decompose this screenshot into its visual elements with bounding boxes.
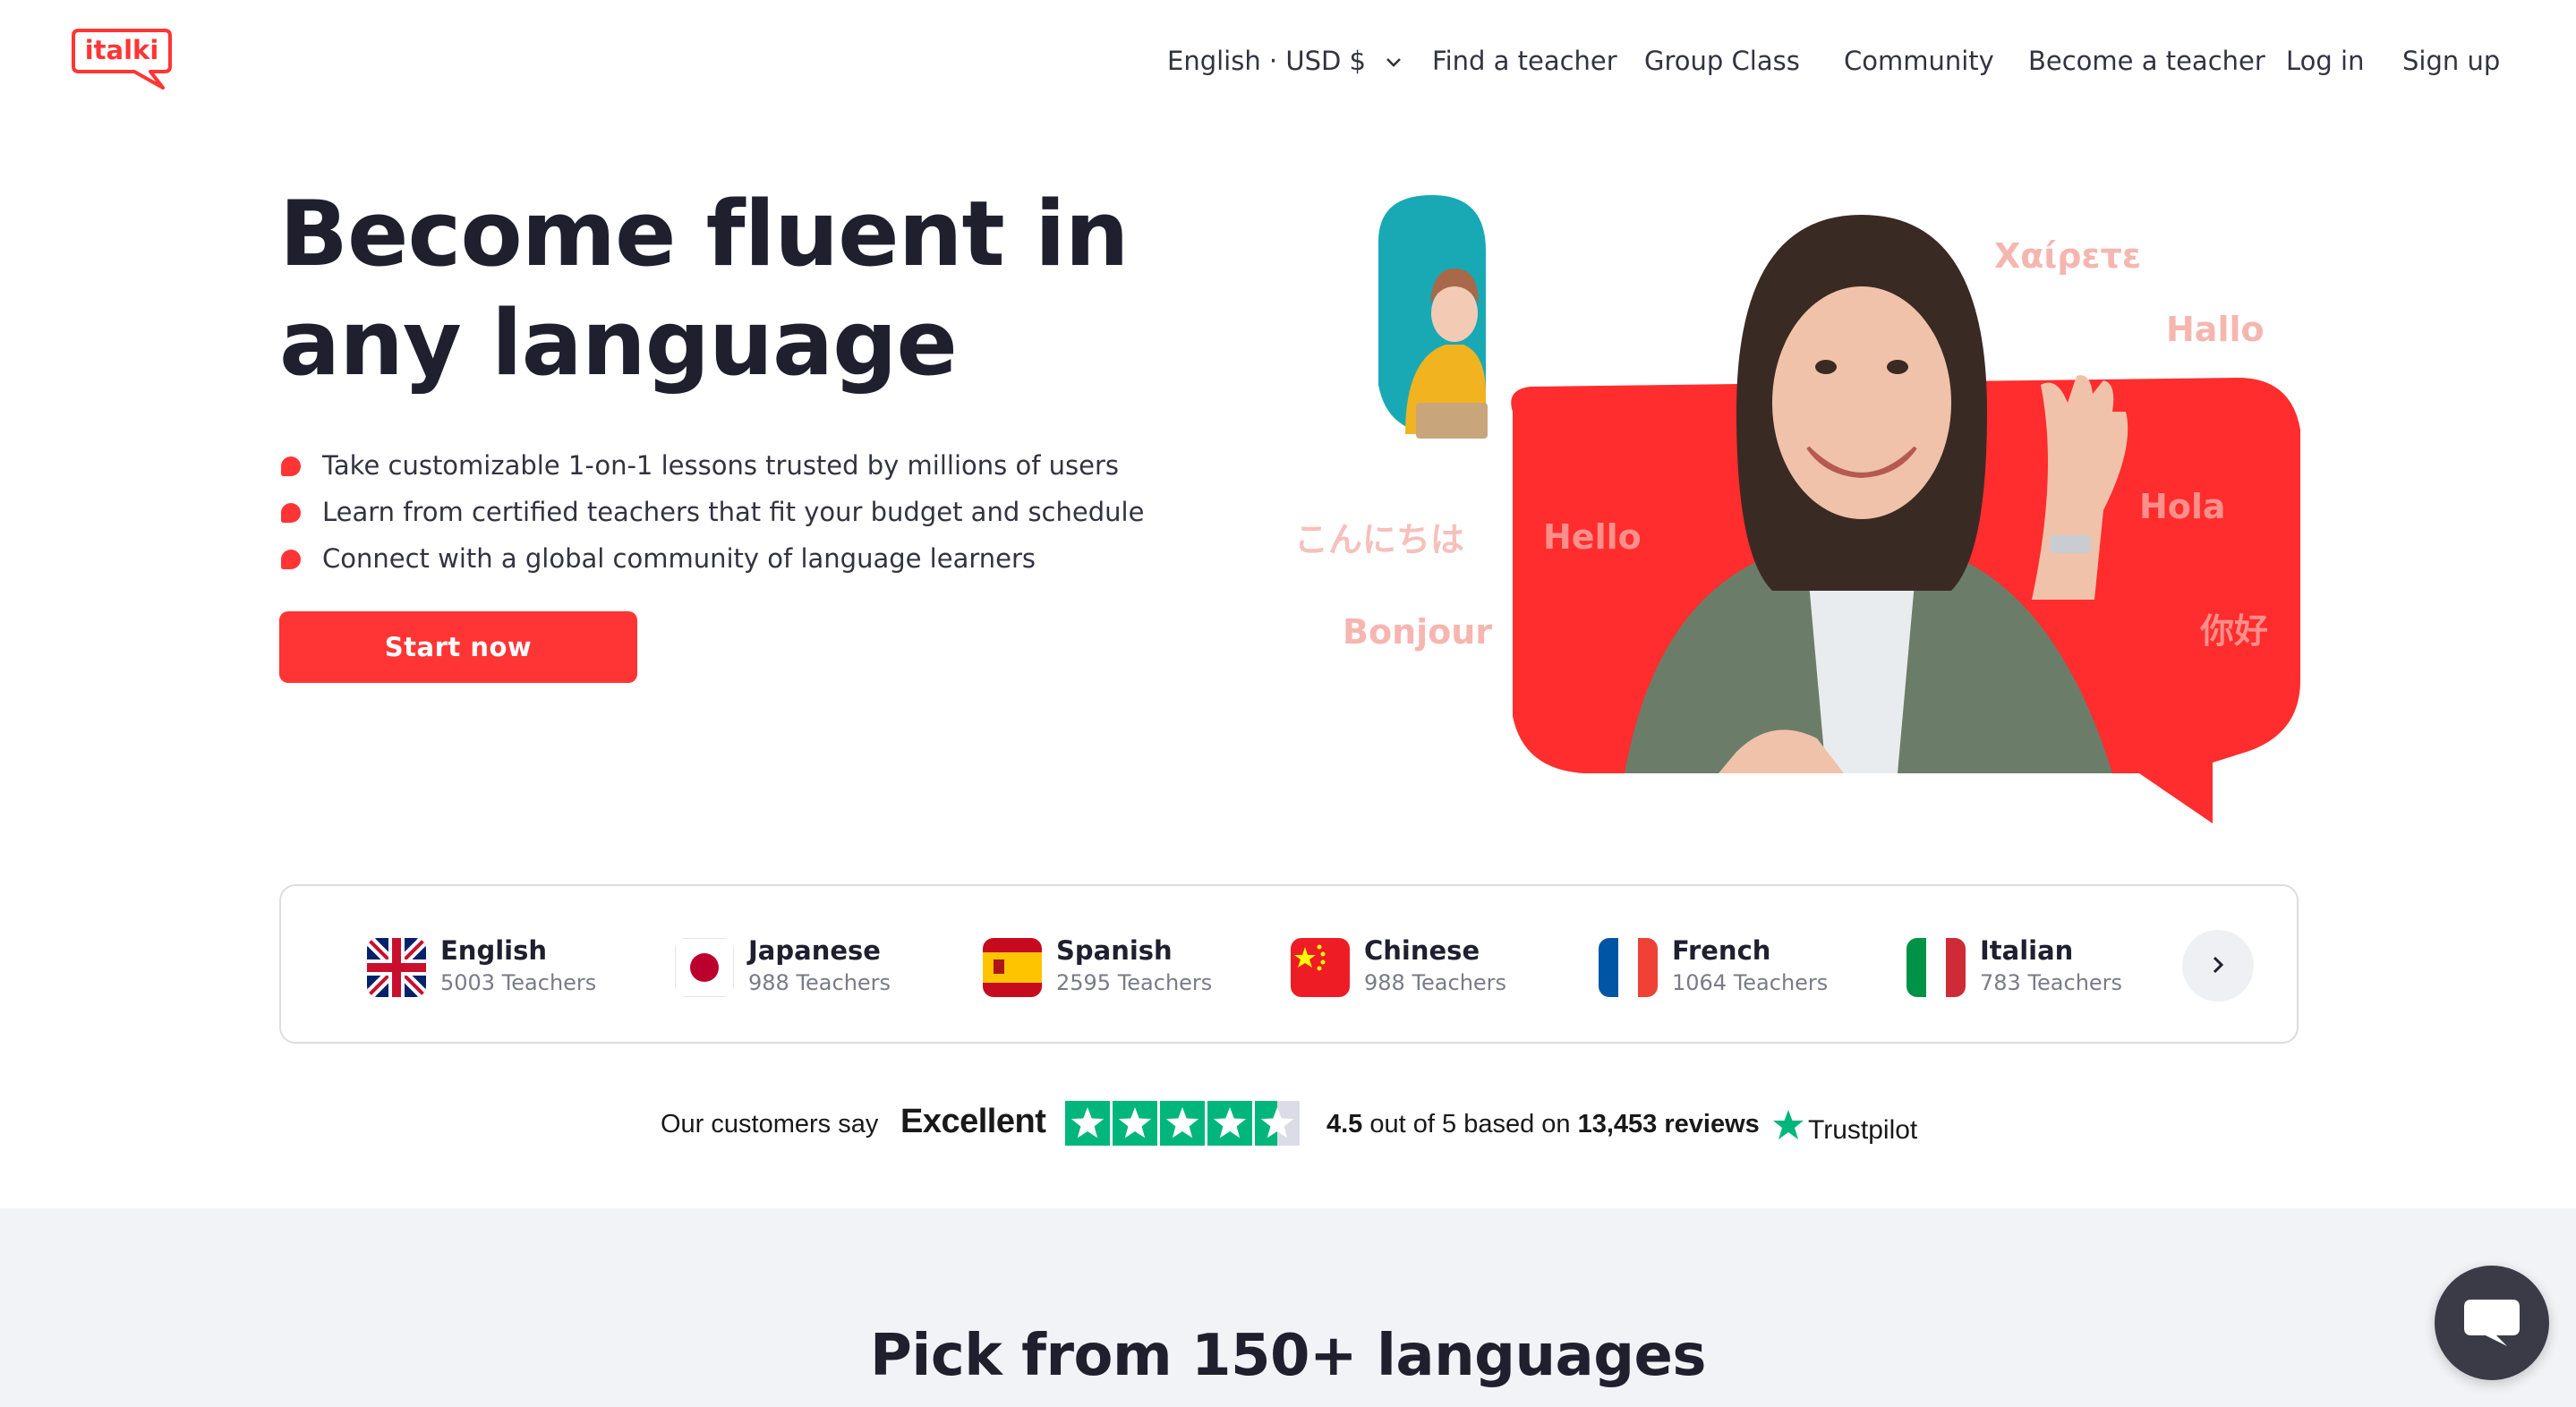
chat-bubble-icon <box>2464 1299 2520 1346</box>
china-flag-icon <box>1291 938 1350 997</box>
teacher-count: 2595 Teachers <box>1056 970 1213 995</box>
language-item-chinese[interactable]: Chinese 988 Teachers <box>1291 933 1577 997</box>
nav-community[interactable]: Community <box>1844 43 1994 79</box>
language-name: English <box>440 935 548 966</box>
spain-flag-icon <box>983 938 1042 997</box>
teacher-count: 1064 Teachers <box>1672 970 1829 995</box>
rating-mid: out of 5 based on <box>1369 1110 1571 1138</box>
rating-value: 4.5 <box>1326 1110 1363 1138</box>
nav-log-in[interactable]: Log in <box>2286 43 2364 79</box>
locale-label: English · USD $ <box>1167 46 1367 76</box>
bullet-item: Connect with a global community of langu… <box>279 535 1264 582</box>
bullet-dot-icon <box>281 456 301 476</box>
review-count: 13,453 reviews <box>1577 1110 1760 1138</box>
greeting-japanese: こんにちは <box>1294 520 1465 559</box>
language-item-italian[interactable]: Italian 783 Teachers <box>1906 933 2193 997</box>
language-item-spanish[interactable]: Spanish 2595 Teachers <box>983 933 1269 997</box>
teacher-count: 988 Teachers <box>748 970 891 995</box>
site-header: italki English · USD $ Find a teacher Gr… <box>0 0 2576 125</box>
bullet-text: Learn from certified teachers that fit y… <box>322 497 1145 527</box>
bullet-item: Learn from certified teachers that fit y… <box>279 489 1264 535</box>
section-title: Pick from 150+ languages <box>869 1323 1707 1389</box>
trustpilot-logo: Trustpilot <box>1773 1110 1918 1145</box>
hero-title: Become fluent in any language <box>279 181 1129 396</box>
student-photo <box>1369 188 1495 448</box>
teacher-count: 5003 Teachers <box>440 970 597 995</box>
trustpilot-star-icon <box>1773 1110 1804 1139</box>
greeting-chinese: 你好 <box>2200 611 2269 651</box>
trustpilot-widget[interactable]: Our customers say Excellent 4.5 out of 5… <box>0 1094 2576 1156</box>
logo-text: italki <box>85 35 159 65</box>
teacher-count: 988 Teachers <box>1364 970 1507 995</box>
language-name: Italian <box>1980 935 2074 966</box>
uk-flag-icon <box>367 938 426 997</box>
bullet-dot-icon <box>281 550 301 569</box>
language-name: Japanese <box>748 935 881 966</box>
italy-flag-icon <box>1906 938 1966 997</box>
greeting-french: Bonjour <box>1343 612 1493 652</box>
hero-bullets: Take customizable 1-on-1 lessons trusted… <box>279 442 1264 582</box>
carousel-next-button[interactable] <box>2182 930 2254 1002</box>
greeting-greek: Χαίρετε <box>1994 236 2141 276</box>
teacher-count: 783 Teachers <box>1980 970 2123 995</box>
nav-become-teacher[interactable]: Become a teacher <box>2028 43 2265 79</box>
trust-rating-text: 4.5 out of 5 based on 13,453 reviews <box>1326 1110 1760 1139</box>
greeting-spanish: Hola <box>2139 487 2226 526</box>
greeting-english: Hello <box>1543 517 1642 557</box>
nav-sign-up[interactable]: Sign up <box>2402 43 2500 79</box>
language-name: French <box>1672 935 1771 966</box>
trustpilot-brand: Trustpilot <box>1808 1115 1918 1145</box>
language-item-japanese[interactable]: Japanese 988 Teachers <box>675 933 961 997</box>
trust-verdict: Excellent <box>900 1103 1046 1140</box>
language-carousel: English 5003 Teachers Japanese 988 Teach… <box>279 884 2299 1044</box>
language-name: Chinese <box>1364 935 1480 966</box>
locale-selector[interactable]: English · USD $ <box>1167 43 1403 79</box>
languages-section: Pick from 150+ languages <box>0 1208 2576 1407</box>
bullet-text: Take customizable 1-on-1 lessons trusted… <box>322 450 1120 481</box>
chevron-down-icon <box>1386 58 1402 67</box>
language-name: Spanish <box>1056 935 1173 966</box>
customers-say-text: Our customers say <box>661 1110 879 1138</box>
greeting-german: Hallo <box>2166 310 2265 349</box>
japan-flag-icon <box>675 938 734 997</box>
language-item-english[interactable]: English 5003 Teachers <box>367 933 653 997</box>
nav-group-class[interactable]: Group Class <box>1644 43 1800 79</box>
hero-illustration: Χαίρετε Hallo Hola 你好 こんにちは Hello Bonjou… <box>1271 179 2327 841</box>
chat-button[interactable] <box>2435 1266 2549 1380</box>
trustpilot-stars-icon <box>1065 1101 1300 1146</box>
chevron-right-icon <box>2213 956 2224 973</box>
italki-logo[interactable]: italki <box>70 27 174 91</box>
start-now-button[interactable]: Start now <box>279 611 637 683</box>
nav-find-teacher[interactable]: Find a teacher <box>1432 43 1617 79</box>
bullet-text: Connect with a global community of langu… <box>322 543 1036 574</box>
bullet-item: Take customizable 1-on-1 lessons trusted… <box>279 442 1264 489</box>
language-item-french[interactable]: French 1064 Teachers <box>1599 933 1885 997</box>
bullet-dot-icon <box>281 503 301 523</box>
france-flag-icon <box>1599 938 1658 997</box>
